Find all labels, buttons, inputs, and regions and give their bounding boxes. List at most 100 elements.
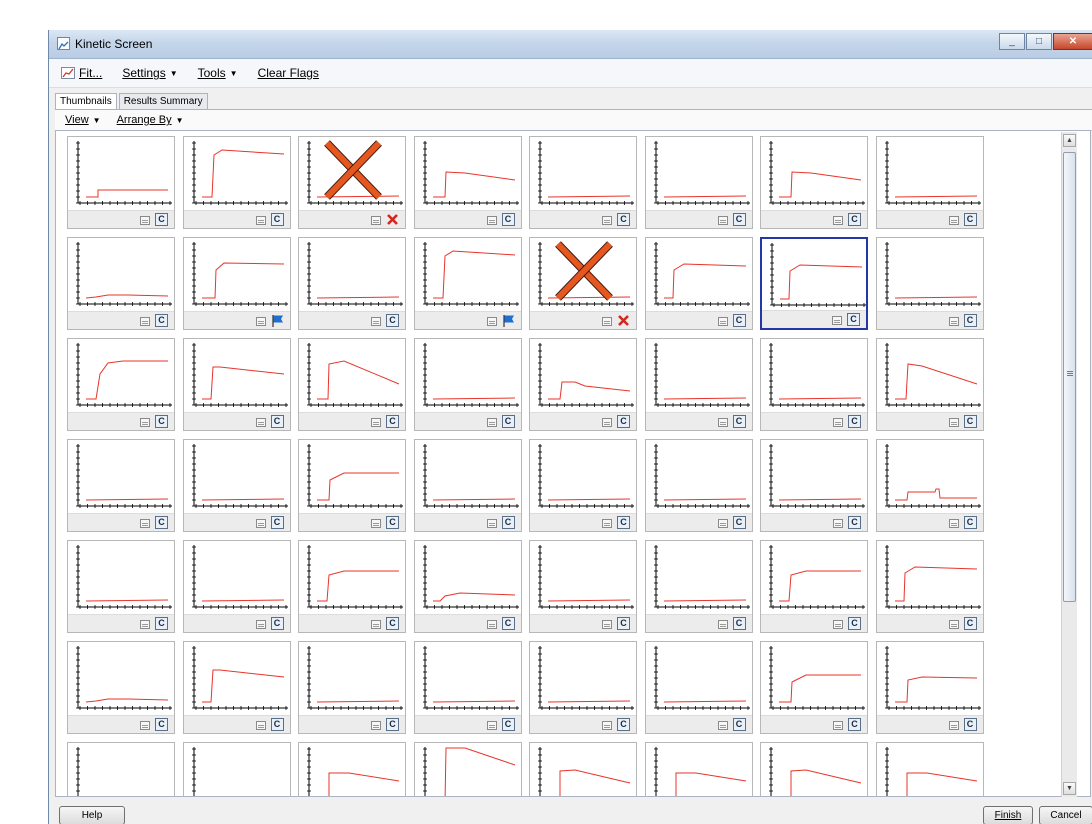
c-status-icon[interactable]: C [155,415,168,428]
view-menu[interactable]: View ▼ [59,112,107,128]
note-icon[interactable] [717,620,728,629]
thumbnail-cell[interactable]: C [67,136,175,229]
thumbnail-cell[interactable]: C [760,540,868,633]
thumbnail-cell[interactable]: C [67,338,175,431]
thumbnail-cell[interactable]: C [413,439,522,532]
flag-icon[interactable] [271,314,284,327]
thumbnail-cell[interactable]: C [413,540,522,633]
c-status-icon[interactable]: C [155,213,168,226]
note-icon[interactable] [602,721,612,730]
thumbnail-cell[interactable] [875,742,984,796]
note-icon[interactable] [486,519,497,528]
c-status-icon[interactable]: C [848,213,861,226]
thumbnail-cell[interactable]: C [760,338,868,431]
arrange-by-menu[interactable]: Arrange By ▼ [111,112,190,128]
c-status-icon[interactable]: C [270,415,284,428]
thumbnail-cell[interactable]: C [413,136,522,229]
thumbnail-cell[interactable] [760,742,868,796]
thumbnail-cell[interactable]: C [760,439,868,532]
c-status-icon[interactable]: C [155,516,168,529]
thumbnail-cell[interactable] [298,742,406,796]
c-status-icon[interactable]: C [732,617,746,630]
c-status-icon[interactable]: C [386,314,399,327]
thumbnail-cell[interactable]: C [644,540,753,633]
note-icon[interactable] [602,317,612,326]
c-status-icon[interactable]: C [501,516,515,529]
thumbnail-cell[interactable] [529,237,637,330]
note-icon[interactable] [486,418,497,427]
vertical-scrollbar[interactable]: ▲ ▼ [1061,132,1077,797]
thumbnail-cell[interactable] [644,742,753,796]
c-status-icon[interactable]: C [386,718,399,731]
thumbnail-cell[interactable]: C [875,338,984,431]
note-icon[interactable] [948,216,959,225]
note-icon[interactable] [486,721,497,730]
cancel-button[interactable]: Cancel [1039,806,1092,824]
thumbnail-cell[interactable]: C [67,439,175,532]
tab-thumbnails[interactable]: Thumbnails [55,93,117,109]
note-icon[interactable] [486,216,497,225]
scroll-up-icon[interactable]: ▲ [1063,134,1076,147]
thumbnail-cell[interactable]: C [298,439,406,532]
thumbnail-cell[interactable]: C [67,641,175,734]
note-icon[interactable] [371,317,381,326]
note-icon[interactable] [832,316,842,325]
thumbnail-cell[interactable]: C [644,641,753,734]
minimize-icon[interactable]: _ [999,33,1025,50]
note-icon[interactable] [371,519,381,528]
thumbnail-cell[interactable]: C [298,641,406,734]
c-status-icon[interactable]: C [848,617,861,630]
note-icon[interactable] [255,418,266,427]
thumbnail-cell[interactable] [298,136,406,229]
note-icon[interactable] [255,216,266,225]
thumbnail-cell[interactable]: C [875,439,984,532]
note-icon[interactable] [371,620,381,629]
tab-results-summary[interactable]: Results Summary [118,93,208,109]
note-icon[interactable] [140,519,150,528]
c-status-icon[interactable]: C [270,516,284,529]
c-status-icon[interactable]: C [501,617,515,630]
c-status-icon[interactable]: C [155,718,168,731]
maximize-icon[interactable]: □ [1026,33,1052,50]
note-icon[interactable] [833,519,843,528]
note-icon[interactable] [371,216,381,225]
thumbnail-cell[interactable] [67,742,175,796]
tools-menu-item[interactable]: Tools ▼ [192,64,244,82]
c-status-icon[interactable]: C [270,617,284,630]
note-icon[interactable] [140,216,150,225]
thumbnail-cell[interactable]: C [644,237,753,330]
note-icon[interactable] [833,216,843,225]
c-status-icon[interactable]: C [155,617,168,630]
note-icon[interactable] [717,216,728,225]
note-icon[interactable] [140,418,150,427]
thumbnail-cell[interactable]: C [644,338,753,431]
thumbnail-cell[interactable] [182,742,291,796]
c-status-icon[interactable]: C [847,313,860,326]
thumbnail-cell[interactable]: C [529,338,637,431]
note-icon[interactable] [717,317,728,326]
note-icon[interactable] [948,317,959,326]
flag-icon[interactable] [502,314,515,327]
c-status-icon[interactable]: C [501,718,515,731]
note-icon[interactable] [717,519,728,528]
thumbnail-cell[interactable]: C [529,136,637,229]
thumbnail-cell[interactable]: C [67,237,175,330]
thumbnail-cell[interactable]: C [298,237,406,330]
note-icon[interactable] [602,620,612,629]
scrollbar-thumb[interactable] [1063,152,1076,602]
note-icon[interactable] [602,519,612,528]
excluded-mark-icon[interactable] [386,213,399,226]
thumbnail-cell[interactable]: C [182,439,291,532]
thumbnail-cell[interactable]: C [875,237,984,330]
note-icon[interactable] [833,721,843,730]
c-status-icon[interactable]: C [617,617,630,630]
c-status-icon[interactable]: C [617,516,630,529]
thumbnail-cell[interactable]: C [644,136,753,229]
c-status-icon[interactable]: C [732,718,746,731]
help-button[interactable]: Help [59,806,125,824]
note-icon[interactable] [833,620,843,629]
c-status-icon[interactable]: C [386,415,399,428]
note-icon[interactable] [140,620,150,629]
c-status-icon[interactable]: C [963,718,977,731]
c-status-icon[interactable]: C [848,516,861,529]
